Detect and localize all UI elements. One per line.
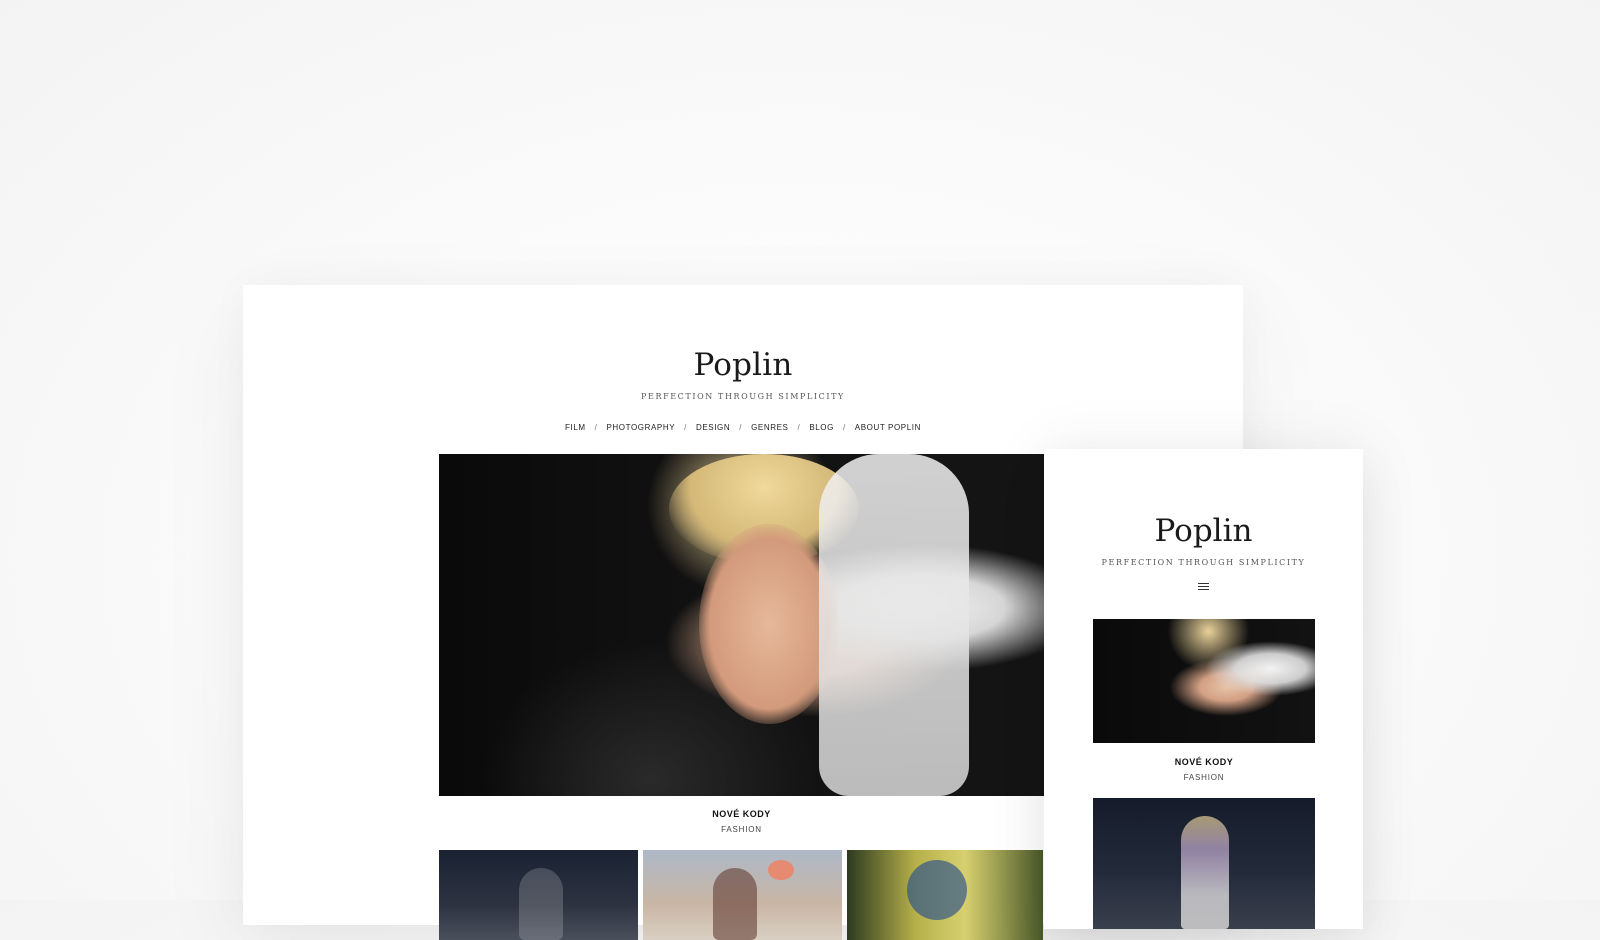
hamburger-menu-icon[interactable] — [1198, 583, 1209, 592]
site-tagline: PERFECTION THROUGH SIMPLICITY — [641, 392, 845, 401]
site-title[interactable]: Poplin — [1044, 513, 1363, 549]
nav-separator: / — [797, 423, 801, 432]
post-thumbnail[interactable] — [847, 850, 1043, 940]
hero-glove-shape — [819, 454, 969, 796]
nav-separator: / — [594, 423, 598, 432]
nav-blog[interactable]: BLOG — [809, 423, 834, 432]
nav-film[interactable]: FILM — [565, 423, 586, 432]
nav-separator: / — [684, 423, 687, 432]
post-thumbnail[interactable] — [439, 850, 638, 940]
site-tagline: PERFECTION THROUGH SIMPLICITY — [1101, 558, 1306, 567]
nav-about[interactable]: ABOUT POPLIN — [855, 423, 921, 432]
hero-face-shape — [699, 524, 839, 724]
featured-category[interactable]: FASHION — [1093, 773, 1315, 782]
featured-category[interactable]: FASHION — [439, 825, 1044, 834]
nav-photography[interactable]: PHOTOGRAPHY — [606, 423, 675, 432]
featured-image[interactable] — [1093, 619, 1315, 743]
post-thumbnail[interactable] — [643, 850, 842, 940]
nav-separator: / — [842, 423, 846, 432]
featured-title[interactable]: NOVÉ KODY — [1093, 757, 1315, 767]
mobile-preview: Poplin PERFECTION THROUGH SIMPLICITY NOV… — [1044, 449, 1363, 929]
thumb-figure — [713, 868, 757, 940]
nav-genres[interactable]: GENRES — [751, 423, 788, 432]
nav-design[interactable]: DESIGN — [696, 423, 730, 432]
nav-separator: / — [739, 423, 743, 432]
featured-title[interactable]: NOVÉ KODY — [439, 809, 1044, 819]
main-nav: FILM / PHOTOGRAPHY / DESIGN / GENRES / B… — [243, 423, 1243, 432]
thumb-figure — [1181, 816, 1229, 929]
thumb-figure — [519, 868, 563, 940]
thumb-figure — [907, 860, 967, 920]
post-thumbnail[interactable] — [1093, 798, 1315, 929]
thumb-bow — [768, 860, 794, 880]
featured-image[interactable] — [439, 454, 1044, 796]
site-title[interactable]: Poplin — [243, 347, 1243, 383]
